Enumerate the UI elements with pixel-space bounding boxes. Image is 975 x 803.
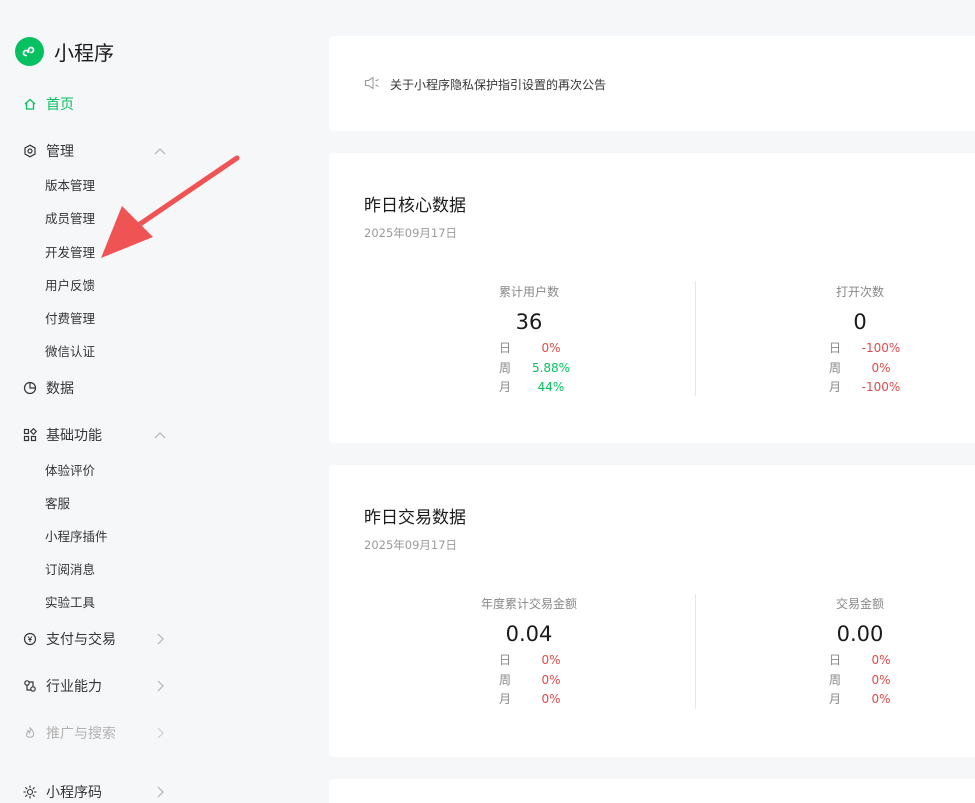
sidebar-item-paid[interactable]: 付费管理 bbox=[45, 310, 95, 328]
stat-key: 周 bbox=[499, 672, 512, 687]
sidebar-item-version[interactable]: 版本管理 bbox=[45, 177, 95, 195]
stat-key: 日 bbox=[499, 341, 512, 355]
metric-label: 年度累计交易金额 bbox=[480, 597, 577, 611]
trade-data-card: 昨日交易数据 2025年09月17日 年度累计交易金额 0.04 日 0% 周 0%… bbox=[329, 465, 975, 757]
sidebar-item-plugin[interactable]: 小程序插件 bbox=[45, 528, 108, 546]
chevron-right-icon[interactable] bbox=[153, 679, 167, 693]
nav-industry-label: 行业能力 bbox=[46, 679, 102, 695]
notice-link[interactable]: 关于小程序隐私保护指引设置的再次公告 bbox=[364, 75, 606, 94]
notice-card: 关于小程序隐私保护指引设置的再次公告 bbox=[329, 36, 975, 131]
pie-chart-icon bbox=[22, 380, 38, 396]
metric-open-count: 打开次数 0 bbox=[750, 283, 970, 334]
metric-stats: 日 0% 周 5.88% 月 44% bbox=[499, 339, 579, 398]
nav-manage[interactable]: 管理 bbox=[22, 139, 74, 163]
stat-key: 月 bbox=[499, 692, 512, 706]
sidebar-item-dev[interactable]: 开发管理 bbox=[45, 244, 95, 262]
metric-value: 36 bbox=[515, 310, 543, 334]
stat-key: 月 bbox=[829, 692, 842, 706]
chevron-right-icon[interactable] bbox=[153, 726, 167, 740]
nav-payment[interactable]: 支付与交易 bbox=[22, 627, 116, 651]
card-title: 昨日交易数据 bbox=[364, 508, 466, 528]
divider bbox=[695, 281, 696, 396]
stat-value: 0% bbox=[871, 360, 891, 375]
metric-stats: 日 0% 周 0% 月 0% bbox=[829, 651, 909, 710]
stat-value: 5.88% bbox=[531, 360, 571, 375]
stat-value: 0% bbox=[541, 672, 561, 687]
home-icon bbox=[22, 96, 38, 112]
stat-key: 周 bbox=[829, 672, 842, 687]
stat-value: 44% bbox=[537, 380, 565, 394]
industry-nodes-icon bbox=[22, 678, 38, 694]
mini-program-logo-icon bbox=[15, 37, 44, 66]
next-card bbox=[329, 779, 975, 803]
nav-basic-label: 基础功能 bbox=[46, 428, 102, 444]
stat-key: 日 bbox=[829, 341, 842, 355]
nav-promotion[interactable]: 推广与搜索 bbox=[22, 721, 116, 745]
stat-key: 周 bbox=[499, 360, 512, 375]
flame-icon bbox=[22, 725, 38, 741]
nav-payment-label: 支付与交易 bbox=[46, 632, 116, 648]
stat-value: -100% bbox=[861, 341, 901, 355]
divider bbox=[695, 594, 696, 709]
nav-qrcode[interactable]: 小程序码 bbox=[22, 780, 102, 803]
stat-key: 月 bbox=[499, 380, 512, 394]
nav-home[interactable]: 首页 bbox=[22, 92, 74, 116]
sidebar-item-service[interactable]: 客服 bbox=[45, 495, 70, 513]
stat-key: 月 bbox=[829, 380, 842, 394]
metric-value: 0 bbox=[853, 310, 867, 334]
card-date: 2025年09月17日 bbox=[364, 538, 458, 552]
sidebar-item-lab[interactable]: 实验工具 bbox=[45, 594, 95, 612]
yen-icon bbox=[22, 631, 38, 647]
chevron-up-icon[interactable] bbox=[153, 144, 167, 158]
card-date: 2025年09月17日 bbox=[364, 226, 458, 240]
sidebar-item-verify[interactable]: 微信认证 bbox=[45, 343, 95, 361]
stat-value: 0% bbox=[541, 653, 561, 667]
sidebar-item-feedback[interactable]: 用户反馈 bbox=[45, 277, 95, 295]
sidebar-item-members[interactable]: 成员管理 bbox=[45, 210, 95, 228]
nav-data[interactable]: 数据 bbox=[22, 376, 74, 400]
nav-qrcode-label: 小程序码 bbox=[46, 785, 102, 801]
nav-data-label: 数据 bbox=[46, 381, 74, 397]
notice-text: 关于小程序隐私保护指引设置的再次公告 bbox=[390, 78, 607, 92]
stat-value: 0% bbox=[871, 653, 891, 667]
nav-promotion-label: 推广与搜索 bbox=[46, 726, 116, 742]
app-title: 小程序 bbox=[54, 41, 114, 65]
nav-industry[interactable]: 行业能力 bbox=[22, 674, 102, 698]
app-logo[interactable]: 小程序 bbox=[15, 37, 114, 66]
nav-basic[interactable]: 基础功能 bbox=[22, 423, 102, 447]
grid-icon bbox=[22, 427, 38, 443]
card-title: 昨日核心数据 bbox=[364, 196, 466, 216]
stat-key: 周 bbox=[829, 360, 842, 375]
metric-value: 0.04 bbox=[505, 622, 553, 646]
metric-stats: 日 -100% 周 0% 月 -100% bbox=[829, 339, 909, 398]
metric-label: 累计用户数 bbox=[498, 285, 559, 299]
stat-value: 0% bbox=[541, 341, 561, 355]
chevron-right-icon[interactable] bbox=[153, 632, 167, 646]
metric-annual-trade-amount: 年度累计交易金额 0.04 bbox=[419, 595, 639, 646]
nav-home-label: 首页 bbox=[46, 97, 74, 113]
metric-label: 打开次数 bbox=[835, 285, 884, 299]
chevron-up-icon[interactable] bbox=[153, 428, 167, 442]
nav-manage-label: 管理 bbox=[46, 144, 74, 160]
stat-value: 0% bbox=[871, 672, 891, 687]
stat-value: 0% bbox=[871, 692, 891, 706]
chevron-right-icon[interactable] bbox=[153, 785, 167, 799]
metric-stats: 日 0% 周 0% 月 0% bbox=[499, 651, 579, 710]
stat-value: 0% bbox=[541, 692, 561, 706]
qrcode-sun-icon bbox=[22, 784, 38, 800]
metric-total-users: 累计用户数 36 bbox=[419, 283, 639, 334]
core-data-card: 昨日核心数据 2025年09月17日 累计用户数 36 日 0% 周 5.88% 月… bbox=[329, 153, 975, 443]
settings-hexagon-icon bbox=[22, 143, 38, 159]
sidebar-item-subscribe[interactable]: 订阅消息 bbox=[45, 561, 95, 579]
sidebar: 小程序 首页 管理 版本管理 成员管理 开发管理 用户反馈 付费管理 微信认证 … bbox=[0, 0, 200, 803]
speaker-icon bbox=[364, 75, 380, 94]
stat-value: -100% bbox=[861, 380, 901, 394]
stat-key: 日 bbox=[829, 653, 842, 667]
metric-label: 交易金额 bbox=[835, 597, 884, 611]
sidebar-item-review[interactable]: 体验评价 bbox=[45, 462, 95, 480]
metric-value: 0.00 bbox=[836, 622, 884, 646]
stat-key: 日 bbox=[499, 653, 512, 667]
metric-trade-amount: 交易金额 0.00 bbox=[750, 595, 970, 646]
